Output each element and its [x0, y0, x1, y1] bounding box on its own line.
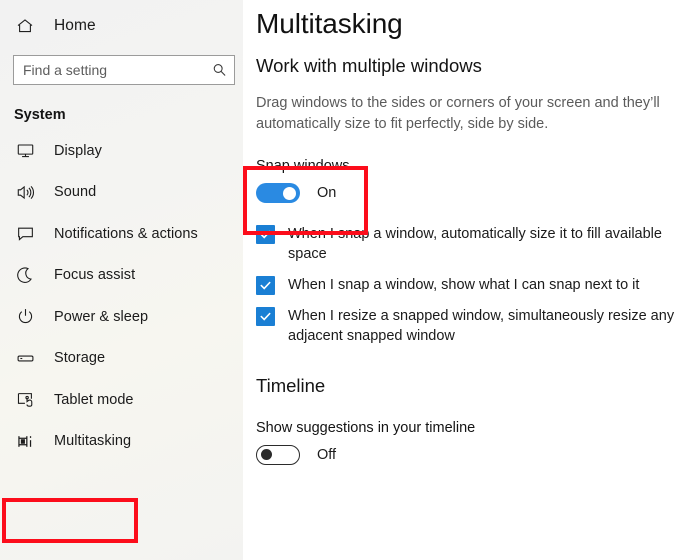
sidebar: Home System Displ — [0, 0, 243, 560]
checkbox-row[interactable]: When I snap a window, automatically size… — [256, 224, 700, 264]
group-description: Drag windows to the sides or corners of … — [256, 95, 660, 132]
snap-windows-toggle-row: On — [256, 183, 700, 203]
snap-windows-toggle-state: On — [317, 185, 337, 201]
tablet-icon — [14, 389, 36, 411]
sidebar-item-focus-assist[interactable]: Focus assist — [0, 259, 243, 292]
search-box[interactable] — [13, 55, 235, 85]
page-title: Multitasking — [256, 8, 403, 39]
sidebar-item-power-sleep[interactable]: Power & sleep — [0, 300, 243, 333]
snap-options-list: When I snap a window, automatically size… — [256, 224, 700, 346]
sidebar-item-storage[interactable]: Storage — [0, 342, 243, 375]
sidebar-item-label: Notifications & actions — [54, 225, 198, 242]
checkbox-row[interactable]: When I resize a snapped window, simultan… — [256, 306, 700, 346]
checkbox-label: When I snap a window, automatically size… — [288, 226, 662, 262]
timeline-toggle-row: Off — [256, 445, 700, 465]
sidebar-item-tablet-mode[interactable]: Tablet mode — [0, 383, 243, 416]
sidebar-nav: Display Sound Notifications & actions Fo… — [0, 134, 243, 458]
sidebar-item-home[interactable]: Home — [0, 9, 243, 43]
checkbox-label: When I resize a snapped window, simultan… — [288, 308, 675, 344]
sidebar-item-label: Sound — [54, 184, 97, 200]
sidebar-item-multitasking[interactable]: Multitasking — [0, 425, 243, 458]
drive-icon — [14, 347, 36, 369]
monitor-icon — [14, 140, 36, 162]
sidebar-item-label: Focus assist — [54, 267, 136, 283]
sidebar-section-title: System — [14, 107, 66, 123]
sidebar-item-label: Multitasking — [54, 433, 132, 449]
sidebar-home-label: Home — [54, 17, 96, 34]
timeline-suggestions-toggle-state: Off — [317, 447, 337, 463]
snap-windows-setting: Snap windows On — [256, 158, 700, 203]
group-heading-timeline: Timeline — [256, 375, 326, 396]
power-icon — [14, 306, 36, 328]
group-heading-work-with-multiple-windows: Work with multiple windows — [256, 55, 482, 76]
moon-icon — [14, 264, 36, 286]
toggle-knob — [283, 186, 296, 200]
notification-icon — [14, 223, 36, 245]
home-icon — [14, 15, 36, 37]
checkbox-resize-adjacent-window[interactable] — [256, 307, 275, 326]
snap-windows-label: Snap windows — [256, 158, 350, 174]
checkbox-show-snap-suggestions[interactable] — [256, 276, 275, 295]
settings-window: Home System Displ — [0, 0, 700, 560]
main-content: Multitasking Work with multiple windows … — [243, 0, 700, 560]
sidebar-item-label: Display — [54, 142, 102, 159]
timeline-suggestions-setting: Show suggestions in your timeline Off — [256, 420, 700, 465]
checkbox-fill-available-space[interactable] — [256, 225, 275, 244]
sidebar-item-label: Power & sleep — [54, 308, 149, 325]
sidebar-item-notifications[interactable]: Notifications & actions — [0, 217, 243, 250]
search-input[interactable] — [14, 56, 234, 84]
timeline-suggestions-label: Show suggestions in your timeline — [256, 420, 476, 436]
sidebar-item-sound[interactable]: Sound — [0, 176, 243, 209]
checkbox-label: When I snap a window, show what I can sn… — [288, 277, 640, 293]
sidebar-item-label: Tablet mode — [54, 391, 134, 408]
speaker-icon — [14, 181, 36, 203]
sidebar-item-display[interactable]: Display — [0, 134, 243, 167]
sidebar-item-label: Storage — [54, 350, 106, 366]
timeline-suggestions-toggle[interactable] — [256, 445, 300, 465]
multitasking-icon — [14, 430, 36, 452]
snap-windows-toggle[interactable] — [256, 183, 300, 203]
toggle-knob — [260, 448, 272, 460]
checkbox-row[interactable]: When I snap a window, show what I can sn… — [256, 275, 700, 295]
